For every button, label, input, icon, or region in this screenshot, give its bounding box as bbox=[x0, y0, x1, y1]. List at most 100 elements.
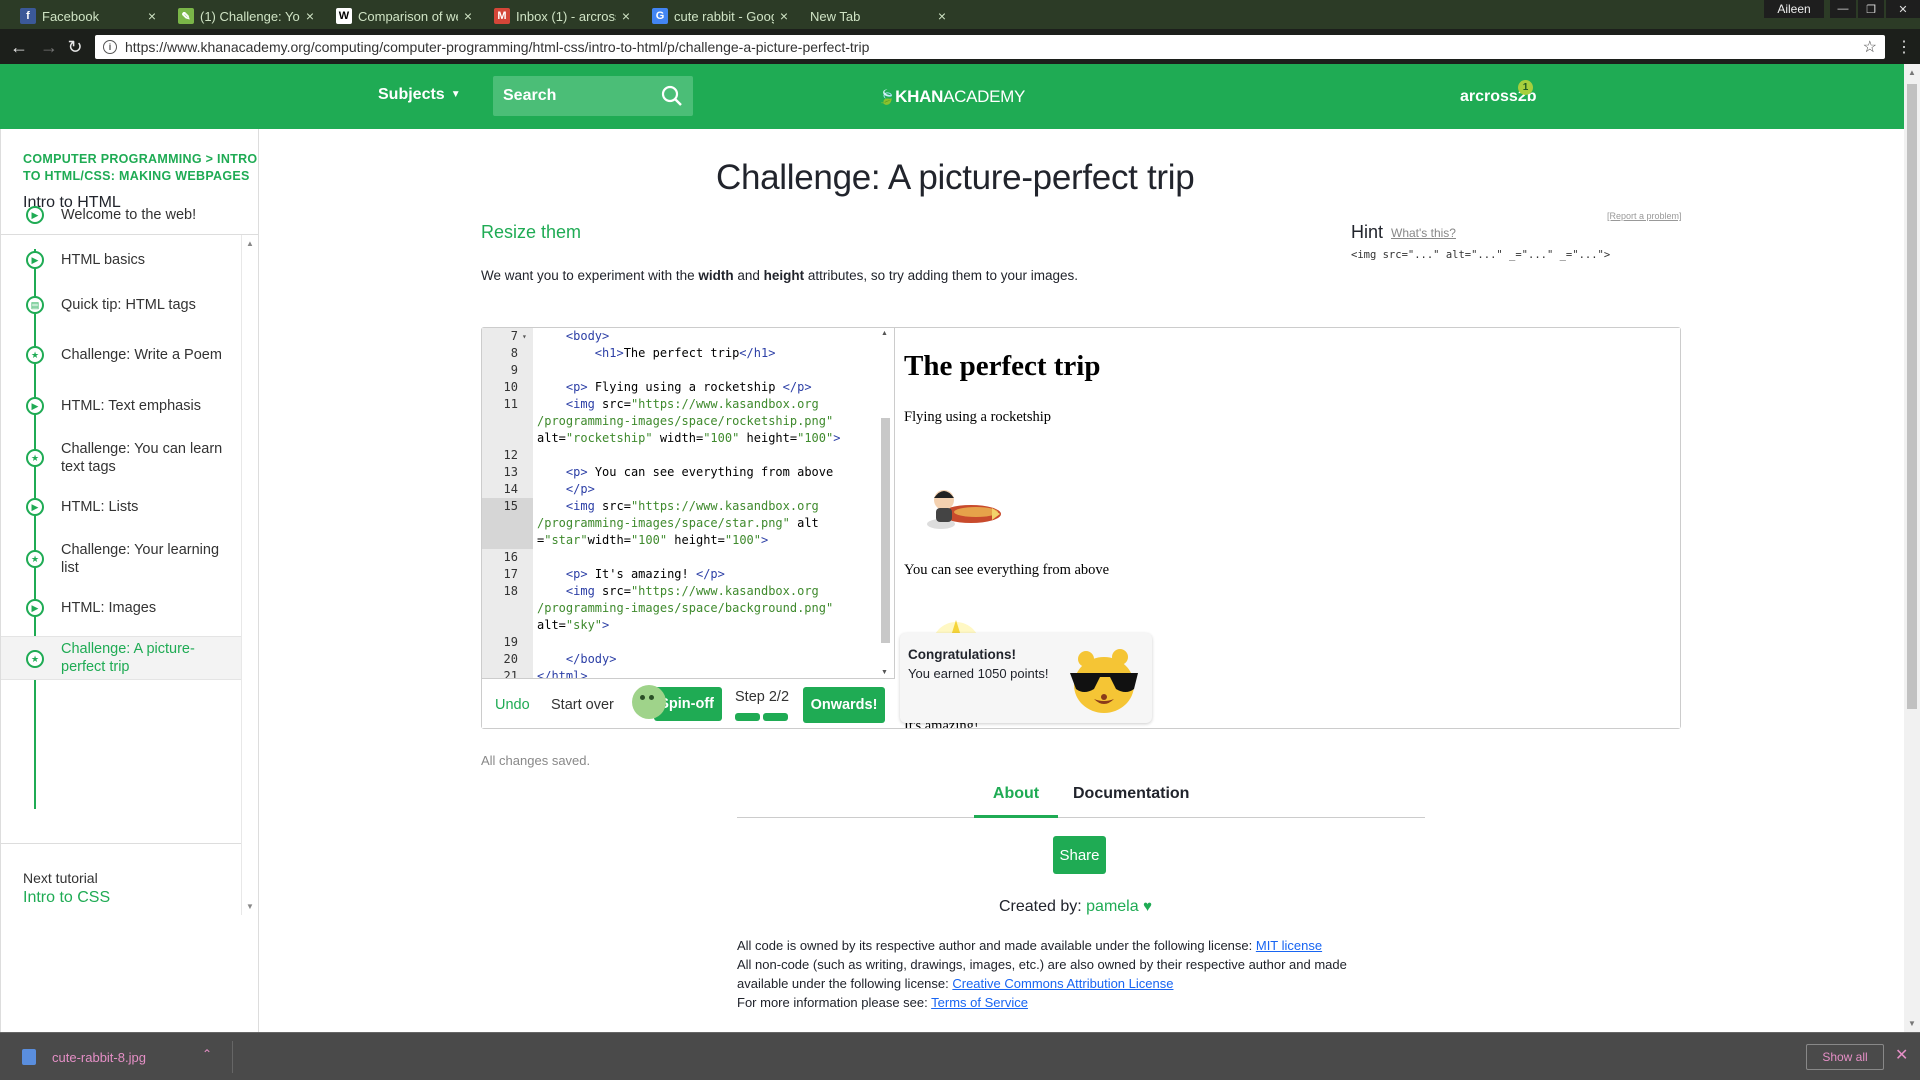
browser-tab[interactable]: f Facebook × bbox=[10, 3, 166, 29]
page-scrollbar[interactable]: ▲ ▼ bbox=[1904, 64, 1920, 1032]
sidebar-item[interactable]: ▶ HTML: Text emphasis bbox=[1, 384, 241, 428]
forward-icon[interactable]: → bbox=[38, 36, 60, 58]
instr-text: attributes, so try adding them to your i… bbox=[804, 268, 1079, 283]
sidebar-item[interactable]: ★ Challenge: A picture-perfect trip bbox=[1, 636, 241, 680]
fold-icon[interactable] bbox=[522, 447, 533, 464]
code-line: /programming-images/space/rocketship.png… bbox=[482, 413, 894, 430]
fold-icon[interactable] bbox=[522, 668, 533, 678]
terms-link[interactable]: Terms of Service bbox=[931, 995, 1028, 1010]
onwards-button[interactable]: Onwards! bbox=[803, 687, 885, 723]
sidebar-item[interactable]: ★ Challenge: You can learn text tags bbox=[1, 436, 241, 480]
divider bbox=[1, 843, 241, 844]
sidebar-item[interactable]: ▶ HTML basics bbox=[1, 238, 241, 282]
fold-icon[interactable]: ▾ bbox=[522, 328, 533, 345]
notification-badge[interactable]: 1 bbox=[1518, 80, 1533, 95]
mit-license-link[interactable]: MIT license bbox=[1256, 938, 1322, 953]
scroll-down-icon[interactable]: ▼ bbox=[246, 902, 254, 911]
reload-icon[interactable]: ↻ bbox=[64, 36, 86, 58]
code-text: <img src="https://www.kasandbox.org bbox=[565, 397, 819, 411]
khan-academy-logo[interactable]: 🍃KHANACADEMY bbox=[878, 87, 1025, 107]
whats-this-link[interactable]: What's this? bbox=[1391, 226, 1456, 240]
sidebar-item[interactable]: ▤ Quick tip: HTML tags bbox=[1, 283, 241, 327]
cc-license-link[interactable]: Creative Commons Attribution License bbox=[952, 976, 1173, 991]
download-item[interactable]: cute-rabbit-8.jpg ⌃ bbox=[12, 1041, 232, 1073]
author-link[interactable]: pamela bbox=[1086, 898, 1138, 915]
code-editor[interactable]: 7 ▾ <body> 8 <h1>The perfect trip</h1> 9 10 … bbox=[482, 328, 895, 678]
minimize-button[interactable]: — bbox=[1830, 0, 1856, 18]
close-tab-icon[interactable]: × bbox=[938, 8, 946, 24]
profile-button[interactable]: Aileen bbox=[1764, 0, 1824, 18]
scroll-down-icon[interactable]: ▼ bbox=[881, 669, 888, 676]
scroll-thumb[interactable] bbox=[881, 418, 890, 643]
close-tab-icon[interactable]: × bbox=[148, 8, 156, 24]
fold-icon[interactable] bbox=[522, 362, 533, 379]
congrats-text: You earned 1050 points! bbox=[908, 666, 1049, 681]
share-button[interactable]: Share bbox=[1053, 836, 1106, 874]
next-tutorial-link[interactable]: Intro to CSS bbox=[23, 889, 110, 907]
close-tab-icon[interactable]: × bbox=[306, 8, 314, 24]
fold-icon[interactable] bbox=[522, 549, 533, 566]
fold-icon[interactable] bbox=[522, 481, 533, 498]
start-over-button[interactable]: Start over bbox=[551, 697, 614, 713]
browser-tab[interactable]: M Inbox (1) - arcross28@gi × bbox=[484, 3, 640, 29]
sidebar-item[interactable]: ★ Challenge: Your learning list bbox=[1, 537, 241, 581]
challenge-icon: ★ bbox=[26, 650, 44, 668]
bookmark-star-icon[interactable]: ☆ bbox=[1863, 37, 1877, 57]
chevron-up-icon[interactable]: ⌃ bbox=[202, 1047, 212, 1061]
scroll-up-icon[interactable]: ▲ bbox=[1908, 68, 1916, 77]
breadcrumb[interactable]: COMPUTER PROGRAMMING > INTRO TO HTML/CSS… bbox=[23, 151, 259, 185]
code-line: 14 </p> bbox=[482, 481, 894, 498]
sidebar-item[interactable]: ▶ HTML: Images bbox=[1, 586, 241, 630]
fold-icon[interactable] bbox=[522, 464, 533, 481]
fold-icon[interactable] bbox=[522, 413, 533, 430]
sidebar-item[interactable]: ▶ Welcome to the web! bbox=[1, 193, 241, 237]
scroll-thumb[interactable] bbox=[1907, 84, 1917, 709]
address-bar[interactable]: i https://www.khanacademy.org/computing/… bbox=[95, 35, 1885, 59]
close-tab-icon[interactable]: × bbox=[780, 8, 788, 24]
tab-documentation[interactable]: Documentation bbox=[1063, 783, 1189, 818]
report-problem-link[interactable]: [Report a problem] bbox=[1607, 211, 1682, 221]
show-all-button[interactable]: Show all bbox=[1806, 1044, 1884, 1070]
search-input[interactable]: Search bbox=[493, 76, 693, 116]
site-info-icon[interactable]: i bbox=[103, 40, 117, 54]
browser-tab[interactable]: W Comparison of web brow × bbox=[326, 3, 482, 29]
close-tab-icon[interactable]: × bbox=[464, 8, 472, 24]
tab-about[interactable]: About bbox=[974, 783, 1058, 818]
fold-icon[interactable] bbox=[522, 379, 533, 396]
sidebar-item[interactable]: ★ Challenge: Write a Poem bbox=[1, 333, 241, 377]
fold-icon[interactable] bbox=[522, 345, 533, 362]
fold-icon[interactable] bbox=[522, 532, 533, 549]
maximize-button[interactable]: ❐ bbox=[1858, 0, 1884, 18]
fold-icon[interactable] bbox=[522, 634, 533, 651]
fold-icon[interactable] bbox=[522, 396, 533, 413]
caret-down-icon: ▼ bbox=[450, 89, 461, 101]
undo-button[interactable]: Undo bbox=[495, 697, 530, 713]
fold-icon[interactable] bbox=[522, 583, 533, 600]
fold-icon[interactable] bbox=[522, 498, 533, 515]
close-window-button[interactable]: ✕ bbox=[1886, 0, 1920, 18]
close-icon[interactable]: ✕ bbox=[1895, 1045, 1908, 1065]
scroll-up-icon[interactable]: ▲ bbox=[246, 239, 254, 248]
fold-icon[interactable] bbox=[522, 651, 533, 668]
code-scrollbar[interactable]: ▲ ▼ bbox=[878, 328, 892, 678]
chrome-menu-icon[interactable]: ⋮ bbox=[1896, 37, 1912, 57]
code-line: 11 <img src="https://www.kasandbox.org bbox=[482, 396, 894, 413]
browser-tab[interactable]: New Tab × bbox=[800, 3, 956, 29]
scroll-up-icon[interactable]: ▲ bbox=[881, 330, 888, 337]
fold-icon[interactable] bbox=[522, 566, 533, 583]
browser-tab[interactable]: ✎ (1) Challenge: You can le × bbox=[168, 3, 324, 29]
sidebar-item[interactable]: ▶ HTML: Lists bbox=[1, 485, 241, 529]
sidebar-scrollbar[interactable]: ▲ ▼ bbox=[241, 235, 256, 915]
fold-icon[interactable] bbox=[522, 617, 533, 634]
back-icon[interactable]: ← bbox=[8, 36, 30, 58]
scroll-down-icon[interactable]: ▼ bbox=[1908, 1019, 1916, 1028]
fold-icon[interactable] bbox=[522, 430, 533, 447]
instructions: We want you to experiment with the width… bbox=[481, 268, 1078, 283]
subjects-menu[interactable]: Subjects ▼ bbox=[378, 86, 461, 104]
close-tab-icon[interactable]: × bbox=[622, 8, 630, 24]
video-icon: ▶ bbox=[26, 206, 44, 224]
fold-icon[interactable] bbox=[522, 515, 533, 532]
fold-icon[interactable] bbox=[522, 600, 533, 617]
browser-tab[interactable]: Gcute rabbit - Google Sear × bbox=[642, 3, 798, 29]
